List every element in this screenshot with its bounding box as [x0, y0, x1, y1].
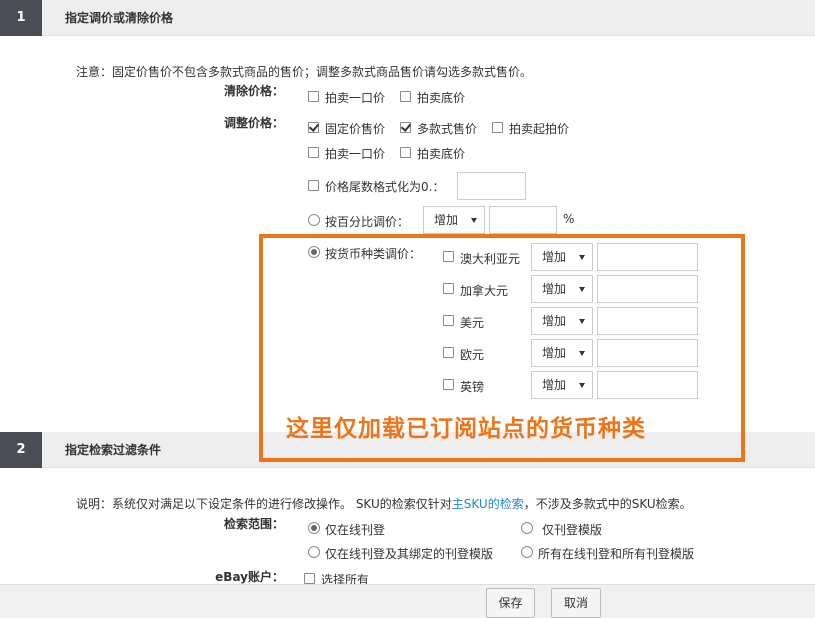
- clear-auction-reserve-checkbox[interactable]: [400, 91, 411, 102]
- format-tail-input[interactable]: [457, 172, 526, 200]
- fixed-price-label: 固定价售价: [325, 122, 386, 136]
- footer-bar: 保存 取消: [0, 584, 815, 618]
- section1-note: 注意：固定价售价不包含多款式商品的售价；调整多款式商品售价请勾选多款式售价。: [76, 65, 533, 79]
- by-percent-radio[interactable]: [308, 214, 320, 226]
- scope-online-bound-radio[interactable]: [308, 546, 320, 558]
- scope-all-label: 所有在线刊登和所有刊登模版: [538, 547, 695, 561]
- by-percent-op-value: 增加: [434, 213, 459, 227]
- main-sku-search-link[interactable]: 主SKU的检索: [452, 497, 524, 511]
- section2-note-suffix: ，不涉及多款式中的SKU检索。: [523, 497, 692, 511]
- section1-header: 1 指定调价或清除价格: [0, 0, 815, 36]
- section2-title: 指定检索过滤条件: [65, 443, 162, 457]
- chevron-down-icon: [471, 218, 477, 223]
- save-button[interactable]: 保存: [486, 588, 535, 618]
- format-tail-label: 价格尾数格式化为0.：: [325, 180, 445, 194]
- clear-auction-buyitnow-checkbox[interactable]: [308, 91, 319, 102]
- clear-auction-reserve-label: 拍卖底价: [417, 91, 466, 105]
- variation-price-label: 多款式售价: [417, 122, 478, 136]
- clear-price-label: 清除价格：: [223, 84, 284, 98]
- annotation-text: 这里仅加载已订阅站点的货币种类: [286, 416, 646, 442]
- fixed-price-checkbox[interactable]: [308, 122, 319, 133]
- adjust-auction-buyitnow-checkbox[interactable]: [308, 147, 319, 158]
- clear-auction-buyitnow-label: 拍卖一口价: [325, 91, 386, 105]
- section2-panel: [0, 468, 815, 584]
- auction-start-price-checkbox[interactable]: [492, 122, 503, 133]
- section2-note: 说明：系统仅对满足以下设定条件的进行修改操作。 SKU的检索仅针对主SKU的检索…: [76, 495, 692, 512]
- scope-template-only-radio[interactable]: [521, 522, 533, 534]
- ebay-account-label: eBay账户：: [215, 570, 284, 584]
- scope-online-only-radio[interactable]: [308, 522, 320, 534]
- search-scope-label: 检索范围：: [223, 517, 284, 531]
- scope-online-bound-label: 仅在线刊登及其绑定的刊登模版: [325, 547, 494, 561]
- section1-number: 1: [0, 0, 42, 36]
- select-all-accounts-checkbox[interactable]: [304, 573, 315, 584]
- format-tail-checkbox[interactable]: [308, 180, 319, 191]
- section2-number: 2: [0, 432, 42, 468]
- section2-note-prefix: 说明：系统仅对满足以下设定条件的进行修改操作。 SKU的检索仅针对: [76, 497, 452, 511]
- section1-title: 指定调价或清除价格: [65, 11, 174, 25]
- variation-price-checkbox[interactable]: [400, 122, 411, 133]
- adjust-price-label: 调整价格：: [223, 116, 284, 130]
- cancel-button[interactable]: 取消: [551, 588, 601, 618]
- scope-all-radio[interactable]: [521, 546, 533, 558]
- percent-unit: %: [563, 212, 575, 226]
- auction-start-price-label: 拍卖起拍价: [509, 122, 570, 136]
- adjust-auction-buyitnow-label: 拍卖一口价: [325, 147, 386, 161]
- by-percent-label: 按百分比调价：: [325, 215, 410, 229]
- scope-template-only-label: 仅刊登模版: [542, 523, 603, 537]
- scope-online-only-label: 仅在线刊登: [325, 523, 386, 537]
- adjust-auction-reserve-checkbox[interactable]: [400, 147, 411, 158]
- by-percent-input[interactable]: [489, 206, 557, 234]
- by-percent-op-select[interactable]: 增加: [423, 206, 485, 234]
- adjust-auction-reserve-label: 拍卖底价: [417, 147, 466, 161]
